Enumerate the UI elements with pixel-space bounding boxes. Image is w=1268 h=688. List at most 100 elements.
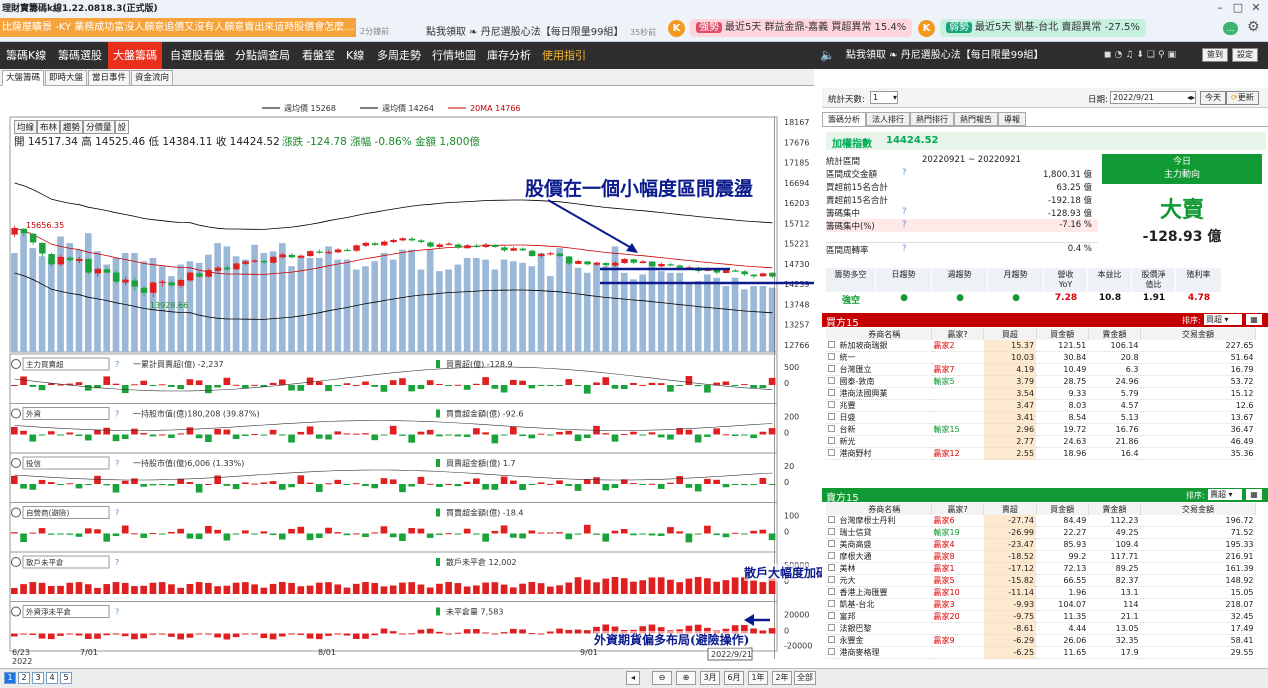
checkbox[interactable] [828,449,835,457]
table-row[interactable]: 摩根大通 贏家8 -18.52 99.2 117.71 216.91 [826,550,1256,564]
close-icon[interactable]: ✕ [1248,1,1264,14]
scroll-left-icon[interactable]: ◂ [626,671,640,685]
checkbox[interactable] [828,576,835,584]
table-row[interactable]: 統一 10.03 30.84 20.8 51.64 [826,351,1256,365]
zoom-in-icon[interactable]: ⊕ [676,671,696,685]
checkbox[interactable] [828,425,835,433]
checkbox[interactable] [828,365,835,373]
help-icon[interactable]: ? [902,244,907,254]
nav-guide[interactable]: 使用指引 [542,42,586,69]
checkbox[interactable] [828,564,835,572]
indicator-trend-tab[interactable]: 趨勢 [60,120,84,134]
table-row[interactable]: 美林 贏家1 -17.12 72.13 89.25 161.39 [826,562,1256,576]
table-row[interactable]: 元大 贏家5 -15.82 66.55 82.37 148.92 [826,574,1256,588]
tab-market-chips[interactable]: 大盤籌碼 [2,70,45,86]
table-row[interactable]: 港商野村 贏家12 2.55 18.96 16.4 35.36 [826,447,1256,461]
tab-hot-rank[interactable]: 熱門排行 [910,112,954,126]
checkbox[interactable] [828,612,835,620]
page-5-button[interactable]: 5 [60,672,72,684]
table-row[interactable]: 新光 2.77 24.63 21.86 46.49 [826,435,1256,449]
checkbox[interactable] [828,540,835,548]
checkbox[interactable] [828,341,835,349]
zoom-6m-button[interactable]: 6月 [724,671,744,685]
nav-watchlist[interactable]: 自選股看盤 [170,42,225,69]
table-row[interactable]: 瑞士信貸 輸家19 -26.99 22.27 49.25 71.52 [826,526,1256,540]
table-row[interactable]: 港商麥格理 -6.25 11.65 17.9 29.55 [826,646,1256,660]
checkbox[interactable] [828,552,835,560]
gear-icon[interactable]: ⚙ [1247,19,1260,35]
chart-area[interactable]: 週均價 15268 週均價 14264 20MA 14766 18167 17676 17… [0,87,877,669]
page-3-button[interactable]: 3 [32,672,44,684]
maximize-icon[interactable]: □ [1230,1,1246,14]
table-row[interactable]: 台灣匯立 贏家7 4.19 10.49 6.3 16.79 [826,363,1256,377]
tab-chip-analysis[interactable]: 籌碼分析 [822,112,866,126]
checkbox[interactable] [828,401,835,409]
page-4-button[interactable]: 4 [46,672,58,684]
checkbox[interactable] [828,389,835,397]
help-icon[interactable]: ? [902,168,907,178]
table-row[interactable]: 新加坡商瑞銀 贏家2 15.37 121.51 106.14 227.65 [826,340,1256,353]
checkbox[interactable] [828,437,835,445]
minimize-icon[interactable]: – [1212,1,1228,14]
sign-in-button[interactable]: 簽到 [1202,48,1228,62]
table-row[interactable]: 香港上海匯豐 贏家10 -11.14 1.96 13.1 15.05 [826,586,1256,600]
zoom-1y-button[interactable]: 1年 [748,671,768,685]
nav-chip-kline[interactable]: 籌碼K線 [6,42,46,69]
zoom-all-button[interactable]: 全部 [794,671,816,685]
tab-realtime[interactable]: 即時大盤 [45,70,88,86]
tab-hot-report[interactable]: 熱門報告 [954,112,998,126]
checkbox[interactable] [828,528,835,536]
sell-sort-select[interactable]: 賣超 ▾ [1208,489,1242,500]
refresh-button[interactable]: ⟳更新 [1226,91,1259,105]
chat-icon[interactable]: … [1223,22,1238,35]
nav-promo-link[interactable]: 點我領取 ❧ 丹尼選股心法【每日限量99組】 [846,42,1043,69]
buy-sort-select[interactable]: 買超 ▾ [1204,314,1242,325]
table-row[interactable]: 國泰-敦南 輸家5 3.79 28.75 24.96 53.72 [826,375,1256,389]
promo-link[interactable]: 點我領取 ❧ 丹尼選股心法【每日限量99組】 [426,23,623,38]
nav-trading-room[interactable]: 看盤室 [302,42,335,69]
checkbox[interactable] [828,413,835,421]
tab-guide[interactable]: 導報 [998,112,1026,126]
checkbox[interactable] [828,600,835,608]
date-picker[interactable]: 2022/9/21 ◂▸ [1110,91,1196,104]
table-row[interactable]: 法銀巴黎 -8.61 4.44 13.05 17.49 [826,622,1256,636]
strong-signal-pill[interactable]: 強勢 最近5天 群益金鼎-嘉義 買超異常 15.4% [690,19,913,37]
settings-button[interactable]: 設定 [1232,48,1258,62]
table-row[interactable]: 日盛 3.41 8.54 5.13 13.67 [826,411,1256,425]
table-row[interactable]: 兆豐 3.47 8.03 4.57 12.6 [826,399,1256,413]
tab-events[interactable]: 當日事件 [88,70,131,86]
stat-days-select[interactable]: 1 ▾ [870,91,898,104]
table-row[interactable]: 台新 輸家15 2.96 19.72 16.76 36.47 [826,423,1256,437]
checkbox[interactable] [828,648,835,656]
nav-inventory[interactable]: 庫存分析 [487,42,531,69]
indicator-boll-tab[interactable]: 布林 [37,120,61,134]
zoom-out-icon[interactable]: ⊖ [652,671,672,685]
tab-institution-rank[interactable]: 法人排行 [866,112,910,126]
table-row[interactable]: 富邦 贏家20 -9.75 11.35 21.1 32.45 [826,610,1256,624]
table-row[interactable]: 台灣摩根士丹利 贏家6 -27.74 84.49 112.23 196.72 [826,515,1256,528]
indicator-settings-tab[interactable]: 設 [114,120,130,134]
checkbox[interactable] [828,624,835,632]
table-row[interactable]: 凱基-台北 贏家3 -9.93 104.07 114 218.07 [826,598,1256,612]
checkbox[interactable] [828,377,835,385]
checkbox[interactable] [828,588,835,596]
table-row[interactable]: 港商法國興業 3.54 9.33 5.79 15.12 [826,387,1256,401]
buy-grid-icon[interactable]: ▦ [1246,314,1262,325]
checkbox[interactable] [828,353,835,361]
page-1-button[interactable]: 1 [4,672,16,684]
checkbox[interactable] [828,516,835,524]
nav-kline[interactable]: K線 [346,42,364,69]
page-2-button[interactable]: 2 [18,672,30,684]
nav-branch-survey[interactable]: 分點調查局 [235,42,290,69]
table-row[interactable]: 美商高盛 贏家4 -23.47 85.93 109.4 195.33 [826,538,1256,552]
nav-market-map[interactable]: 行情地圖 [432,42,476,69]
toolbar-icons[interactable]: ◼◔♫⬇❏⚲▣ [1104,42,1179,69]
checkbox[interactable] [828,636,835,644]
indicator-vp-tab[interactable]: 分價量 [83,120,115,134]
zoom-2y-button[interactable]: 2年 [772,671,792,685]
indicator-ma-tab[interactable]: 均線 [14,120,38,134]
tab-capital-flow[interactable]: 資金流向 [131,70,174,86]
today-button[interactable]: 今天 [1200,91,1226,105]
nav-market-chips[interactable]: 大盤籌碼 [108,42,162,69]
sell-grid-icon[interactable]: ▦ [1246,489,1262,500]
